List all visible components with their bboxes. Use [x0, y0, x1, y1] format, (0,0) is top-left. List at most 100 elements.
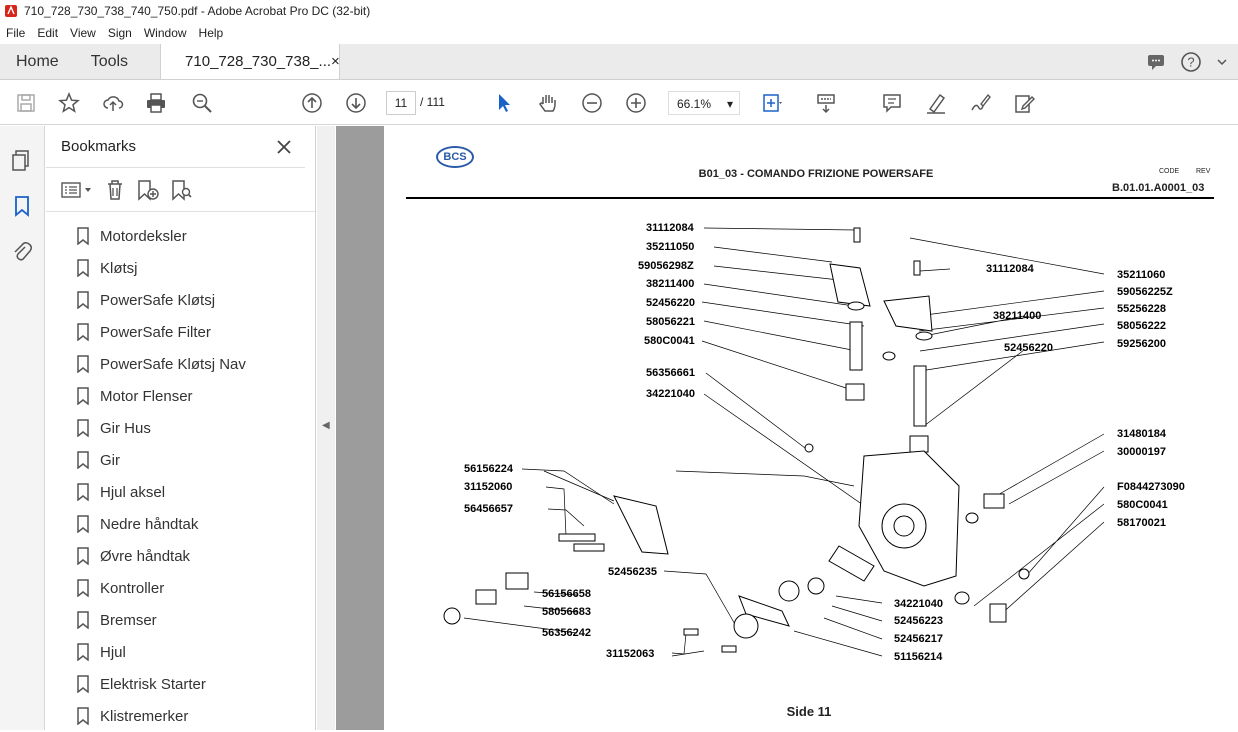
- part-number-label: 52456220: [1004, 342, 1053, 354]
- chevron-down-icon[interactable]: [1216, 56, 1228, 68]
- bookmark-label: PowerSafe Kløtsj: [100, 291, 216, 309]
- bookmark-item[interactable]: PowerSafe Kløtsj Nav: [46, 348, 296, 380]
- tab-home[interactable]: Home: [0, 44, 75, 79]
- menu-file[interactable]: File: [0, 26, 31, 40]
- edit-pdf-icon[interactable]: [1012, 91, 1036, 115]
- collapse-arrow-icon[interactable]: ◀: [322, 420, 330, 431]
- zoom-value: 66.1%: [677, 97, 712, 111]
- bookmark-label: Nedre håndtak: [100, 515, 199, 533]
- print-icon[interactable]: [144, 91, 168, 115]
- bookmark-item[interactable]: Hjul: [46, 636, 296, 668]
- pages-thumbnail-icon[interactable]: [10, 148, 34, 172]
- bookmark-label: Motor Flenser: [100, 387, 193, 405]
- bookmark-label: Hjul aksel: [100, 483, 166, 501]
- bookmark-item[interactable]: Nedre håndtak: [46, 508, 296, 540]
- menu-bar: File Edit View Sign Window Help: [0, 22, 1238, 44]
- help-icon[interactable]: ?: [1180, 51, 1202, 73]
- part-number-label: 31152063: [606, 648, 654, 660]
- part-number-label: 59256200: [1117, 338, 1166, 350]
- menu-help[interactable]: Help: [193, 26, 230, 40]
- exploded-parts-diagram: 31112084 35211050 59056298Z 38211400 5245622…: [443, 222, 1185, 663]
- bookmark-label: PowerSafe Kløtsj Nav: [100, 355, 246, 373]
- fit-page-icon[interactable]: [760, 91, 784, 115]
- star-icon[interactable]: [57, 91, 81, 115]
- menu-sign[interactable]: Sign: [102, 26, 138, 40]
- part-number-label: 31152060: [464, 481, 512, 493]
- delete-bookmark-icon[interactable]: [104, 179, 126, 201]
- bookmark-item[interactable]: Gir Hus: [46, 412, 296, 444]
- bookmark-icon: [77, 291, 89, 309]
- bookmark-item[interactable]: Kløtsj: [46, 252, 296, 284]
- menu-edit[interactable]: Edit: [31, 26, 64, 40]
- bookmark-item[interactable]: Hjul aksel: [46, 476, 296, 508]
- bookmarks-header: Bookmarks: [46, 126, 305, 168]
- page-up-icon[interactable]: [300, 91, 324, 115]
- bookmark-icon: [77, 579, 89, 597]
- chevron-down-icon: ▾: [726, 97, 733, 111]
- bookmark-item[interactable]: Kontroller: [46, 572, 296, 604]
- bookmark-label: Kontroller: [100, 579, 165, 597]
- panel-splitter[interactable]: ◀: [317, 126, 335, 730]
- bookmark-item[interactable]: Øvre håndtak: [46, 540, 296, 572]
- upload-cloud-icon[interactable]: [101, 91, 125, 115]
- zoom-out-icon[interactable]: [580, 91, 604, 115]
- part-number-label: 52456220: [646, 297, 695, 309]
- window-title: 710_728_730_738_740_750.pdf - Adobe Acro…: [24, 4, 371, 18]
- part-number-label: 34221040: [894, 598, 943, 610]
- bookmark-item[interactable]: Motordeksler: [46, 220, 296, 252]
- part-number-label: 580C0041: [644, 335, 695, 347]
- left-rail: [0, 126, 45, 730]
- bookmark-label: Gir: [100, 451, 120, 469]
- part-number-label: 56456657: [464, 503, 513, 515]
- tab-document[interactable]: 710_728_730_738_... ×: [160, 44, 341, 79]
- bookmark-icon: [77, 515, 89, 533]
- tab-tools[interactable]: Tools: [75, 44, 144, 79]
- zoom-in-icon[interactable]: [624, 91, 648, 115]
- part-number-label: 51156214: [894, 651, 943, 663]
- bookmark-item[interactable]: Bremser: [46, 604, 296, 636]
- bookmark-icon: [77, 259, 89, 277]
- bookmark-item[interactable]: PowerSafe Filter: [46, 316, 296, 348]
- sign-icon[interactable]: [968, 91, 992, 115]
- part-number-label: 58056683: [542, 606, 591, 618]
- page-number-input[interactable]: 11: [386, 91, 416, 115]
- page-total: / 111: [420, 95, 445, 109]
- zoom-search-icon[interactable]: [190, 91, 214, 115]
- options-menu-icon[interactable]: [60, 180, 94, 200]
- bookmark-item[interactable]: Gir: [46, 444, 296, 476]
- part-number-label: 38211400: [993, 310, 1041, 322]
- part-number-label: 59056298Z: [638, 260, 694, 272]
- save-icon[interactable]: [14, 91, 38, 115]
- tab-close-button[interactable]: ×: [331, 53, 340, 70]
- comment-icon[interactable]: [1146, 52, 1166, 72]
- scroll-mode-icon[interactable]: [814, 91, 838, 115]
- bookmark-item[interactable]: Elektrisk Starter: [46, 668, 296, 700]
- bookmark-icon: [77, 323, 89, 341]
- attachment-icon[interactable]: [10, 240, 34, 264]
- part-number-label: 52456223: [894, 615, 943, 627]
- part-number-label: 55256228: [1117, 303, 1166, 315]
- highlight-pen-icon[interactable]: [924, 91, 948, 115]
- part-number-label: 56356661: [646, 367, 695, 379]
- select-cursor-icon[interactable]: [492, 91, 516, 115]
- page-down-icon[interactable]: [344, 91, 368, 115]
- menu-view[interactable]: View: [64, 26, 102, 40]
- part-number-label: 580C0041: [1117, 499, 1168, 511]
- zoom-select[interactable]: 66.1% ▾: [668, 91, 740, 115]
- add-comment-icon[interactable]: [880, 91, 904, 115]
- hand-tool-icon[interactable]: [536, 91, 560, 115]
- part-number-label: 56156224: [464, 463, 514, 475]
- bookmark-item[interactable]: PowerSafe Kløtsj: [46, 284, 296, 316]
- menu-window[interactable]: Window: [138, 26, 193, 40]
- bookmark-item[interactable]: Klistremerker: [46, 700, 296, 732]
- new-bookmark-icon[interactable]: [136, 179, 160, 201]
- pdf-page: BCS B01_03 - COMANDO FRIZIONE POWERSAFE …: [384, 126, 1238, 730]
- bookmark-item[interactable]: Motor Flenser: [46, 380, 296, 412]
- close-icon[interactable]: [277, 139, 291, 154]
- find-bookmark-icon[interactable]: [170, 179, 194, 201]
- bookmark-panel-icon[interactable]: [10, 194, 34, 218]
- bookmark-icon: [77, 355, 89, 373]
- bookmark-icon: [77, 483, 89, 501]
- part-number-label: 35211060: [1117, 269, 1165, 281]
- bookmark-label: Kløtsj: [100, 259, 138, 277]
